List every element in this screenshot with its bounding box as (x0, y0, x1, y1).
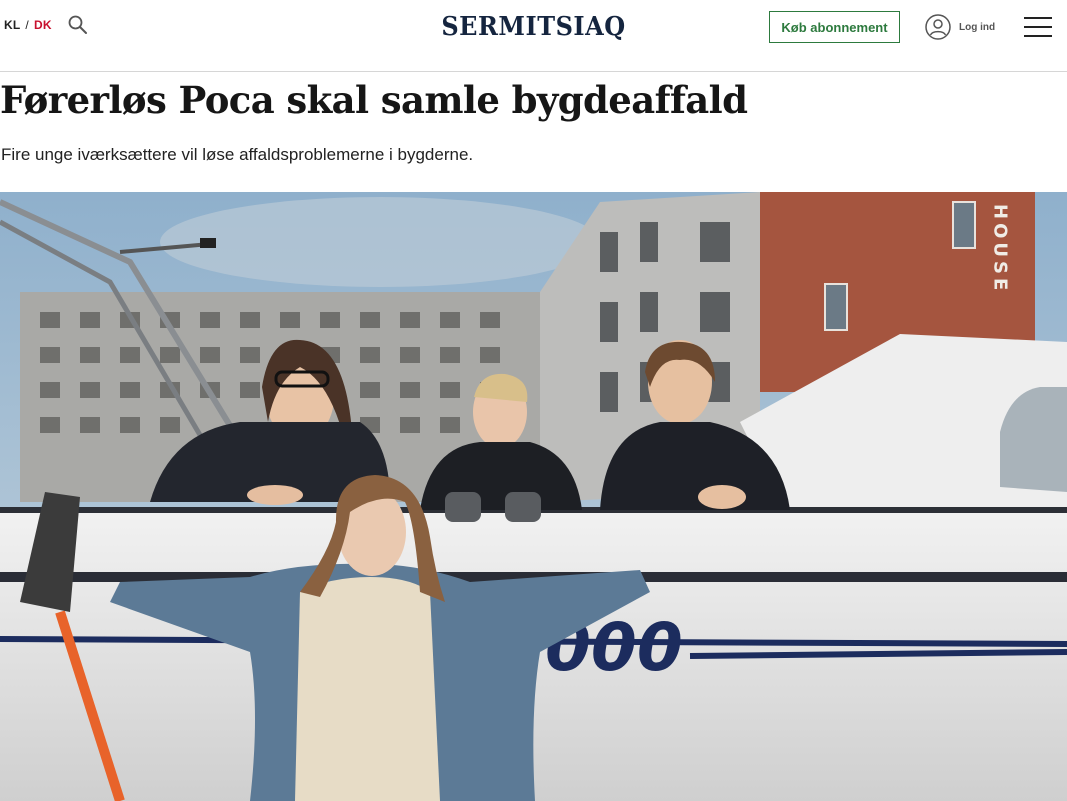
login-label: Log ind (959, 21, 996, 33)
subscribe-button[interactable]: Køb abonnement (769, 11, 900, 43)
article-headline: Førerløs Poca skal samle bygdeaffald (0, 78, 748, 122)
site-logo[interactable]: SERMITSIAQ (0, 9, 1067, 42)
article-photo: HOUSE 000 (0, 192, 1067, 801)
site-header: KL / DK SERMITSIAQ Køb abonnement Log ind (0, 0, 1067, 72)
user-icon (925, 14, 951, 40)
hamburger-menu-icon[interactable] (1024, 17, 1052, 39)
login-button[interactable]: Log ind (925, 13, 995, 41)
article-lede: Fire unge iværksættere vil løse affaldsp… (1, 145, 474, 164)
building-sign: HOUSE (990, 204, 1011, 294)
logo-text: SERMITSIAQ (441, 9, 626, 42)
